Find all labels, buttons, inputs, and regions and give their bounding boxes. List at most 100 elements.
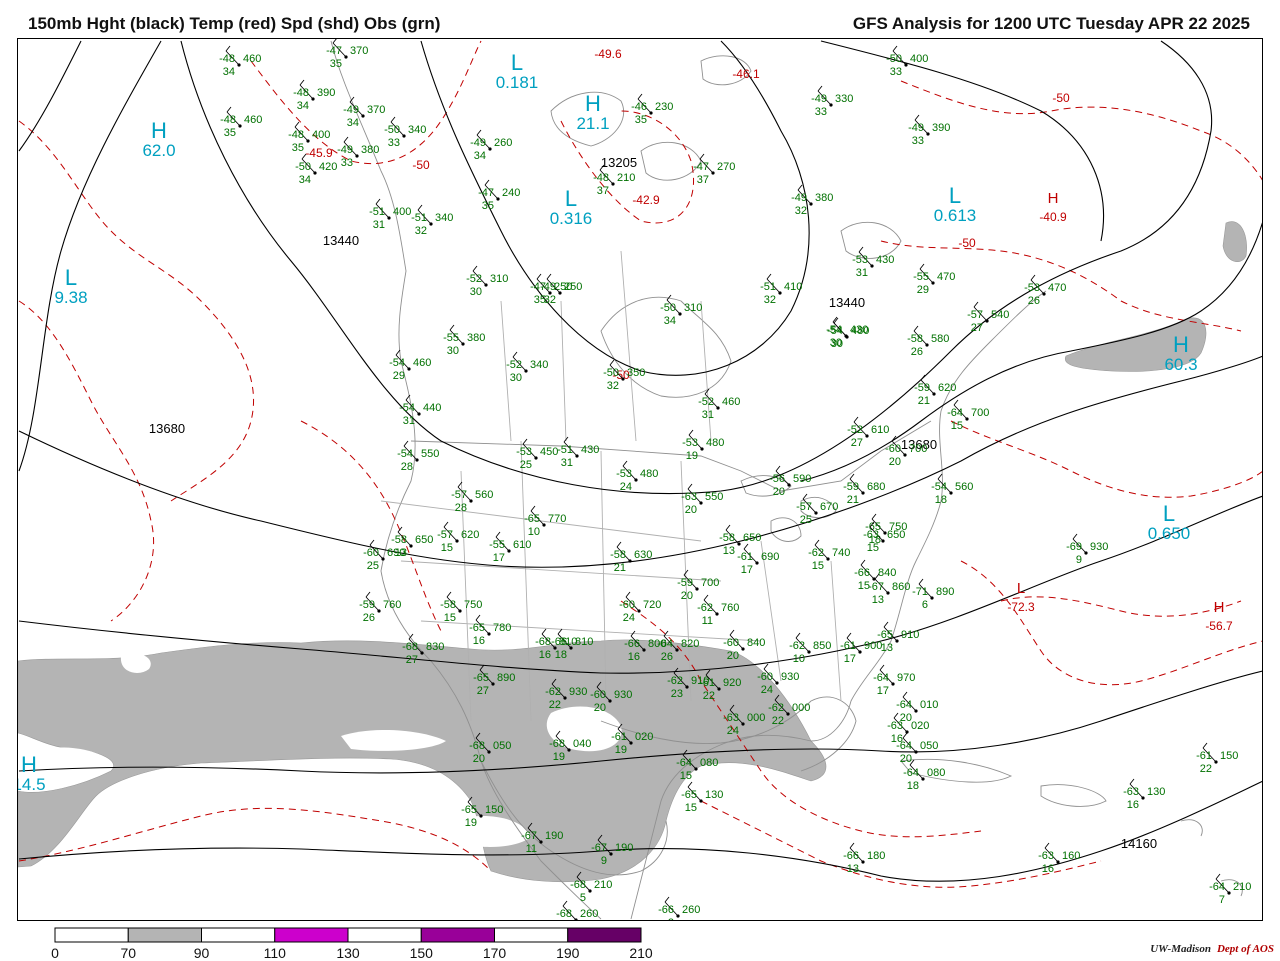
obs-height: 890 (936, 586, 954, 598)
obs-temperature: -64 (1209, 881, 1225, 893)
obs-height: 750 (464, 599, 482, 611)
obs-dewpoint: 18 (555, 649, 567, 661)
obs-dewpoint: 9 (1076, 554, 1082, 566)
wind-barb-flag (1044, 842, 1050, 849)
center-value: 62.0 (142, 141, 175, 160)
wind-barb-flag (893, 712, 899, 719)
obs-temperature: -52 (847, 424, 863, 436)
wind-barb-flag (849, 842, 855, 849)
station-plot: -61 690 17 (737, 543, 779, 576)
wind-barb-flag (546, 273, 552, 280)
pressure-center-value: -46.1 (732, 67, 760, 81)
station-plot: -682602 (556, 900, 598, 920)
obs-dewpoint: 33 (815, 106, 827, 118)
obs-dewpoint: 13 (723, 545, 735, 557)
obs-dewpoint: 11 (702, 615, 713, 627)
temp-contour-label: -42.9 (632, 193, 660, 207)
obs-temperature: -63 (681, 491, 697, 503)
obs-height: 820 (681, 638, 699, 650)
obs-height: 270 (717, 161, 735, 173)
obs-temperature: -61 (840, 640, 856, 652)
station-plot: -65 91013 (877, 621, 919, 654)
obs-temperature: -62 (697, 602, 713, 614)
obs-height: 580 (931, 333, 949, 345)
obs-temperature: -58 (610, 549, 626, 561)
pressure-center-L: L0.650 (1148, 501, 1191, 543)
obs-height: 650 (743, 532, 761, 544)
obs-height: 810 (559, 636, 577, 648)
obs-dewpoint: 15 (812, 560, 824, 572)
obs-temperature: -58 (719, 532, 735, 544)
scale-segment (127, 927, 202, 943)
obs-temperature: -63 (1038, 850, 1054, 862)
height-contour-label: 13440 (829, 295, 865, 310)
obs-height: 130 (1147, 786, 1165, 798)
obs-temperature: -48 (220, 114, 236, 126)
obs-height: 470 (937, 271, 955, 283)
wind-barb-flag (687, 781, 693, 788)
wind-barb-flag (902, 691, 908, 698)
obs-height: 740 (832, 547, 850, 559)
obs-height: 040 (573, 738, 591, 750)
center-value: 0.181 (496, 73, 539, 92)
obs-temperature: -63 (887, 720, 903, 732)
obs-temperature: -51 (411, 212, 427, 224)
obs-height: 590 (793, 473, 811, 485)
pressure-center-H: H62.0 (142, 118, 175, 160)
station-plot: -64 970 17 (873, 664, 915, 697)
temp-contour (1000, 596, 1242, 617)
obs-dewpoint: 19 (465, 817, 477, 829)
station-plot: -59 680 21 (843, 473, 885, 506)
obs-temperature: -60 (363, 547, 379, 559)
pressure-center-H: H21.1 (576, 91, 609, 133)
wind-barb-flag (879, 664, 885, 671)
obs-temperature: -53 (682, 437, 698, 449)
obs-temperature: -50 (603, 367, 619, 379)
height-contour (180, 40, 1213, 495)
obs-temperature: -49 (540, 281, 556, 293)
obs-temperature: -59 (914, 382, 930, 394)
obs-dewpoint: 15 (951, 420, 963, 432)
temp-contour-label: -50 (958, 236, 976, 250)
obs-height: 350 (627, 367, 645, 379)
obs-dewpoint: 6 (922, 599, 928, 611)
obs-temperature: -68 (549, 738, 565, 750)
obs-dewpoint: 16 (628, 651, 640, 663)
obs-temperature: -66 (624, 638, 640, 650)
obs-height: 840 (747, 637, 765, 649)
wind-barb-flag (622, 460, 628, 467)
obs-temperature: -63 (863, 529, 879, 541)
obs-height: 310 (490, 273, 508, 285)
wind-barb-flag (299, 79, 305, 86)
scale-segment (201, 927, 276, 943)
station-plot: -52 460 31 (698, 388, 740, 421)
wind-barb-flag (817, 85, 823, 92)
obs-dewpoint: 32 (415, 225, 427, 237)
station-plot: -49 330 33 (811, 85, 853, 118)
obs-temperature: -60 (757, 671, 773, 683)
wind-barb-flag (609, 359, 615, 366)
obs-height: 370 (350, 45, 368, 57)
obs-dewpoint: 34 (297, 100, 309, 112)
obs-temperature: -61 (737, 551, 753, 563)
center-value: -40.9 (1039, 210, 1067, 224)
wind-speed-shading (18, 221, 1247, 883)
obs-temperature: -62 (789, 640, 805, 652)
obs-temperature: -50 (295, 161, 311, 173)
obs-temperature: -47 (693, 161, 709, 173)
station-plot: -63 130 16 (1123, 778, 1165, 811)
obs-dewpoint: 33 (890, 66, 902, 78)
wind-barb-flag (775, 465, 781, 472)
obs-height: 260 (682, 904, 700, 916)
obs-temperature: -58 (440, 599, 456, 611)
obs-height: 690 (387, 547, 405, 559)
obs-dewpoint: 19 (686, 450, 698, 462)
station-plot: -58 750 15 (440, 591, 482, 624)
obs-height: 610 (871, 424, 889, 436)
station-plot: -57 620 15 (437, 521, 479, 554)
obs-temperature: -63 (1123, 786, 1139, 798)
station-plot: -58 580 26 (907, 325, 949, 358)
height-contour-label: 13205 (601, 155, 637, 170)
obs-dewpoint: 2 (668, 917, 674, 921)
obs-temperature: -61 (699, 677, 715, 689)
